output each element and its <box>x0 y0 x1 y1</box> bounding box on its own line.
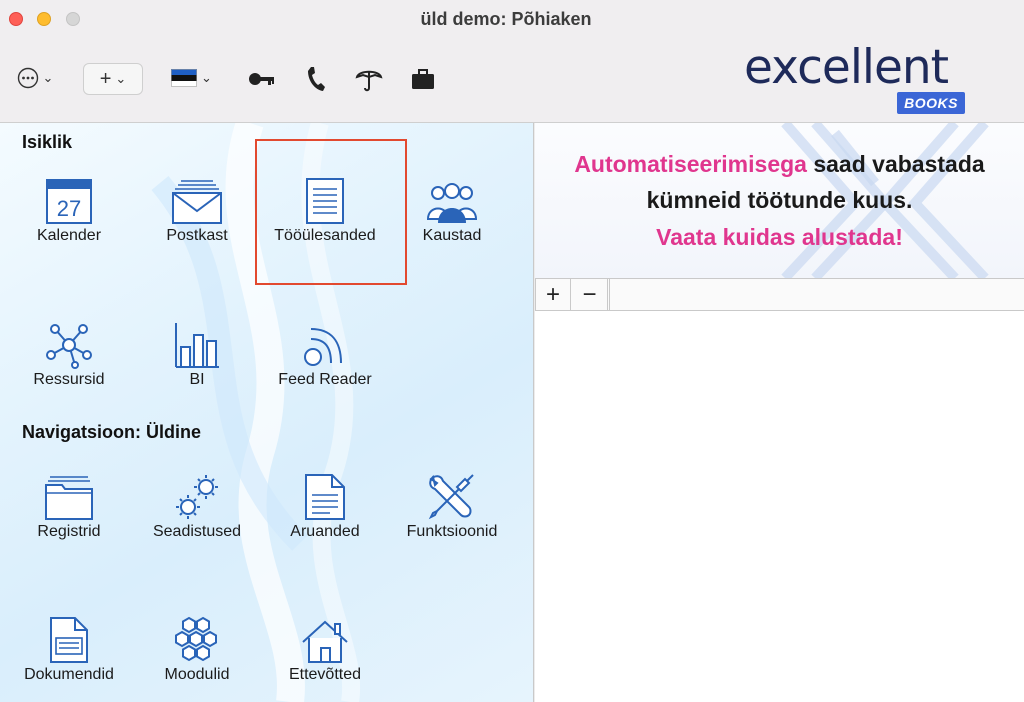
nav-item-companies[interactable]: Ettevõtted <box>270 612 380 702</box>
logo-badge: BOOKS <box>897 92 965 114</box>
nav-item-label: Ressursid <box>33 371 105 388</box>
gears-icon <box>176 475 218 519</box>
nav-item-bi[interactable]: BI <box>142 317 252 407</box>
nav-item-functions[interactable]: Funktsioonid <box>397 469 507 559</box>
document-icon <box>50 617 88 663</box>
nav-item-label: Moodulid <box>164 666 230 683</box>
nav-item-label: Kaustad <box>422 227 482 244</box>
nav-item-reports[interactable]: Aruanded <box>270 469 380 559</box>
chevron-down-icon: ⌄ <box>201 70 212 85</box>
banner-line-3[interactable]: Vaata kuidas alustada! <box>535 224 1024 251</box>
window-titlebar: üld demo: Põhiaken ⌄ + ⌄ ⌄ excellent BOO… <box>0 0 1024 123</box>
nav-item-documents[interactable]: Dokumendid <box>14 612 124 702</box>
banner-line-2: kümneid töötunde kuus. <box>646 187 913 213</box>
nav-item-label: Registrid <box>37 523 101 540</box>
nav-item-registers[interactable]: Registrid <box>14 469 124 559</box>
section-title-personal: Isiklik <box>22 132 73 152</box>
nav-item-label: Tööülesanded <box>274 227 376 244</box>
excellent-books-logo: excellent BOOKS <box>744 40 974 115</box>
window-title: üld demo: Põhiaken <box>420 9 592 29</box>
list-toolbar: + − <box>535 278 1024 311</box>
phone-icon <box>308 67 325 91</box>
key-icon <box>249 73 274 85</box>
bar-chart-icon <box>175 323 219 368</box>
folder-icon <box>45 476 93 520</box>
add-new-menu[interactable]: + ⌄ <box>83 63 143 95</box>
nav-item-feed-reader[interactable]: Feed Reader <box>270 317 380 407</box>
nav-item-label: Funktsioonid <box>406 523 498 540</box>
nav-item-label: Dokumendid <box>24 666 114 683</box>
nav-item-label: Seadistused <box>152 523 242 540</box>
calendar-icon: 27 <box>46 179 92 224</box>
umbrella-button[interactable] <box>353 64 385 94</box>
more-actions-menu[interactable]: ⌄ <box>10 63 60 93</box>
navigation-panel: Isiklik 27 Kalender Postkast Tööülesande… <box>0 123 534 702</box>
list-toolbar-spacer <box>609 279 1024 310</box>
chevron-down-icon: ⌄ <box>115 71 127 86</box>
calendar-day: 27 <box>57 196 81 221</box>
banner-line-1: Automatiseerimisega saad vabastada <box>535 151 1024 178</box>
nav-item-mailbox[interactable]: Postkast <box>142 173 252 263</box>
nav-item-label: Ettevõtted <box>288 666 362 683</box>
nav-item-tasks[interactable]: Tööülesanded <box>270 173 380 263</box>
house-icon <box>302 620 348 663</box>
briefcase-button[interactable] <box>408 64 438 94</box>
banner-text: saad vabastada <box>806 151 985 177</box>
nav-item-resources[interactable]: Ressursid <box>14 317 124 407</box>
content-panel: Automatiseerimisega saad vabastada kümne… <box>535 123 1024 702</box>
nav-item-label: Postkast <box>166 227 228 244</box>
key-button[interactable] <box>246 65 278 93</box>
add-label: + <box>99 67 112 90</box>
mailbox-icon <box>172 180 222 224</box>
wrench-screwdriver-icon <box>428 474 474 520</box>
nav-item-label: Feed Reader <box>278 371 372 388</box>
nav-item-folders[interactable]: Kaustad <box>397 173 507 263</box>
phone-button[interactable] <box>302 64 330 94</box>
section-title-navigation: Navigatsioon: Üldine <box>22 422 202 442</box>
ellipsis-circle-icon <box>17 67 38 89</box>
rss-feed-icon <box>304 328 342 366</box>
briefcase-icon <box>412 69 434 89</box>
nav-item-label: Kalender <box>36 227 102 244</box>
nav-item-label: BI <box>189 371 205 388</box>
logo-wordmark: excellent <box>744 40 949 95</box>
people-group-icon <box>426 183 478 223</box>
nav-item-label: Aruanded <box>290 523 360 540</box>
task-list-icon <box>306 178 344 224</box>
report-document-icon <box>305 474 345 520</box>
nav-item-modules[interactable]: Moodulid <box>142 612 252 702</box>
umbrella-icon <box>355 70 383 92</box>
promo-banner[interactable]: Automatiseerimisega saad vabastada kümne… <box>535 123 1024 278</box>
chevron-down-icon: ⌄ <box>42 70 54 85</box>
list-remove-button[interactable]: − <box>572 279 608 310</box>
nav-item-calendar[interactable]: 27 Kalender <box>14 173 124 263</box>
estonia-flag-icon <box>171 69 198 87</box>
resources-network-icon <box>46 324 92 369</box>
language-menu[interactable]: ⌄ <box>164 63 219 93</box>
banner-highlight-text: Automatiseerimisega <box>574 151 807 177</box>
list-add-button[interactable]: + <box>535 279 571 310</box>
hexagons-icon <box>175 616 217 662</box>
nav-item-settings[interactable]: Seadistused <box>142 469 252 559</box>
